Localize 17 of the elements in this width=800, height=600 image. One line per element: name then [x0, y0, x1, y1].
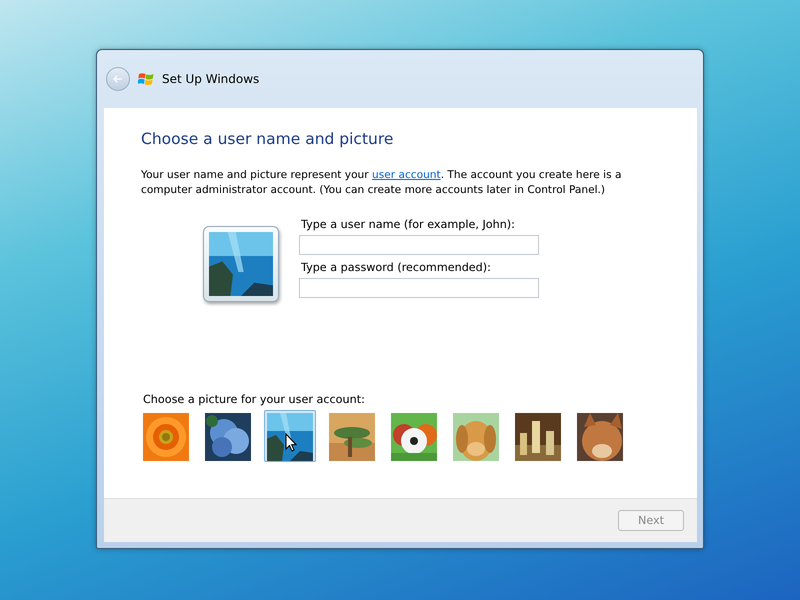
field-label: Type a password (recommended):	[301, 261, 492, 274]
picture-option[interactable]	[512, 410, 564, 462]
text-field[interactable]	[299, 278, 539, 298]
picture-option[interactable]	[326, 410, 378, 462]
picture-option[interactable]	[264, 410, 316, 462]
windows-logo-icon	[138, 71, 154, 87]
picture-option[interactable]	[388, 410, 440, 462]
window-title: Set Up Windows	[162, 72, 260, 86]
field-label: Type a user name (for example, John):	[301, 218, 516, 231]
picture-option[interactable]	[202, 410, 254, 462]
mouse-pointer-icon	[285, 433, 297, 452]
user-account-link[interactable]: user account	[372, 169, 441, 181]
text-field[interactable]	[299, 235, 539, 255]
page-heading: Choose a user name and picture	[141, 130, 394, 148]
picture-prompt: Choose a picture for your user account:	[143, 393, 366, 406]
intro-text: Your user name and picture represent your user account. The account you create here is a computer administrator account. (You can create more accounts later in Control Panel.)	[141, 168, 622, 198]
picture-option[interactable]	[574, 410, 626, 462]
